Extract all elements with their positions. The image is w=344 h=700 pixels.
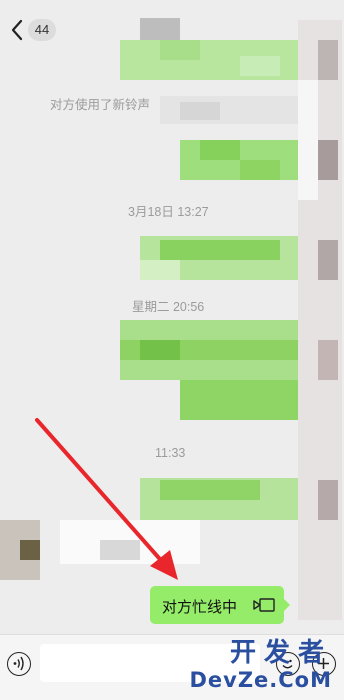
blurred-message-1	[120, 18, 298, 80]
blurred-message-6	[140, 478, 300, 520]
voice-icon	[13, 656, 24, 671]
video-call-icon	[253, 598, 275, 612]
blurred-message-3	[180, 140, 300, 180]
call-status-bubble[interactable]: 对方忙线中	[150, 586, 290, 624]
blurred-message-4	[140, 236, 300, 280]
timestamp: 11:33	[155, 446, 186, 460]
timestamp: 星期二 20:56	[132, 300, 205, 314]
chevron-left-icon	[11, 19, 23, 41]
watermark-line1: 开发者	[229, 638, 332, 668]
system-message-ringtone: 对方使用了新铃声	[50, 98, 151, 112]
blurred-message-5	[120, 320, 300, 420]
blurred-message-2	[160, 96, 300, 124]
timestamp: 3月18日 13:27	[128, 205, 209, 219]
voice-button[interactable]	[7, 652, 31, 676]
back-button[interactable]	[8, 17, 28, 43]
unread-count-badge[interactable]: 44	[28, 19, 56, 41]
blurred-side-strip	[298, 20, 342, 620]
blurred-incoming-message	[0, 520, 200, 580]
watermark: 开发者 DevZe.CoM	[189, 632, 340, 698]
watermark-line2: DevZe.CoM	[189, 668, 332, 692]
call-status-text: 对方忙线中	[162, 599, 238, 616]
